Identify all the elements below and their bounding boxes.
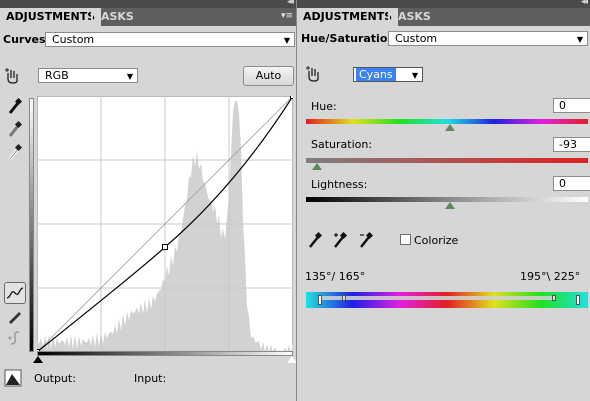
saturation-slider-track[interactable] xyxy=(306,158,588,163)
input-label: Input: xyxy=(134,372,167,385)
saturation-value-input[interactable]: -93 xyxy=(553,137,590,152)
tab-bar: ADJUSTMENTS MASKS ▾≡ xyxy=(0,8,296,26)
curve-point[interactable] xyxy=(162,244,168,251)
range-band[interactable] xyxy=(319,296,555,300)
clipping-warning-icon[interactable] xyxy=(4,368,22,388)
range-left-inner-handle[interactable] xyxy=(342,295,346,301)
range-right-inner-handle[interactable] xyxy=(552,295,556,301)
lightness-label: Lightness: xyxy=(311,178,368,191)
preset-value: Custom xyxy=(395,32,438,45)
curve-draw-icon[interactable] xyxy=(4,282,26,304)
eyedropper-icon[interactable] xyxy=(306,230,324,250)
hue-value-input[interactable]: 0 xyxy=(553,98,590,113)
saturation-slider-thumb[interactable] xyxy=(312,163,322,170)
chevron-down-icon: ▼ xyxy=(411,71,418,80)
adjustment-title: Hue/Saturation xyxy=(301,32,396,45)
chevron-down-icon: ▼ xyxy=(576,35,583,44)
curves-graph[interactable] xyxy=(37,96,293,352)
result-color-bar xyxy=(306,300,588,308)
chevron-down-icon: ▼ xyxy=(283,36,290,45)
pencil-icon[interactable] xyxy=(6,306,24,326)
panel-menu-icon[interactable]: ▾≡ xyxy=(281,11,293,21)
white-point-slider[interactable] xyxy=(287,356,296,363)
chevron-down-icon: ▼ xyxy=(126,72,133,81)
preset-select[interactable]: Custom ▼ xyxy=(45,32,295,47)
hand-target-icon[interactable] xyxy=(305,64,323,84)
hue-slider-thumb[interactable] xyxy=(445,124,455,131)
range-left-degrees: 135°/ 165° xyxy=(305,270,366,283)
lightness-value-input[interactable]: 0 xyxy=(553,176,590,191)
panel-titlebar[interactable]: ◂◂ xyxy=(297,0,590,8)
tab-masks[interactable]: MASKS xyxy=(84,8,140,26)
hue-saturation-panel: ◂◂ ADJUSTMENTS MASKS Hue/Saturation Cust… xyxy=(297,0,590,401)
tab-masks[interactable]: MASKS xyxy=(381,8,437,26)
eyedropper-gray-icon[interactable] xyxy=(6,119,24,139)
colorize-label: Colorize xyxy=(414,234,459,247)
input-gradient-bar xyxy=(37,351,293,356)
range-left-outer-handle[interactable] xyxy=(318,295,322,305)
adjustment-title: Curves xyxy=(3,33,46,46)
range-right-degrees: 195°\ 225° xyxy=(520,270,581,283)
hand-target-icon[interactable] xyxy=(4,66,22,86)
eyedropper-white-icon[interactable] xyxy=(6,142,24,162)
lightness-slider-thumb[interactable] xyxy=(445,202,455,209)
eyedropper-black-icon[interactable] xyxy=(6,96,24,116)
preset-select[interactable]: Custom ▼ xyxy=(388,31,588,46)
collapse-icon[interactable]: ◂◂ xyxy=(287,0,294,7)
hue-label: Hue: xyxy=(311,100,337,113)
eyedropper-plus-icon[interactable] xyxy=(332,230,350,250)
range-right-outer-handle[interactable] xyxy=(576,295,580,305)
channel-value: RGB xyxy=(45,69,69,82)
output-label: Output: xyxy=(34,372,76,385)
panel-titlebar[interactable]: ◂◂ xyxy=(0,0,296,8)
preset-value: Custom xyxy=(52,33,95,46)
saturation-label: Saturation: xyxy=(311,138,373,151)
curve-point[interactable] xyxy=(290,96,294,99)
smooth-icon[interactable] xyxy=(6,328,24,348)
range-value: Cyans xyxy=(356,68,396,81)
channel-select[interactable]: RGB ▼ xyxy=(38,68,138,83)
output-gradient-bar xyxy=(29,98,34,352)
colorize-checkbox[interactable] xyxy=(400,234,411,245)
tab-bar: ADJUSTMENTS MASKS xyxy=(297,8,590,26)
range-select[interactable]: Cyans ▼ xyxy=(353,67,423,82)
collapse-icon[interactable]: ◂◂ xyxy=(581,0,588,7)
black-point-slider[interactable] xyxy=(33,356,43,363)
curves-panel: ◂◂ ADJUSTMENTS MASKS ▾≡ Curves Custom ▼ … xyxy=(0,0,296,401)
auto-button[interactable]: Auto xyxy=(243,66,294,86)
eyedropper-minus-icon[interactable] xyxy=(358,230,376,250)
